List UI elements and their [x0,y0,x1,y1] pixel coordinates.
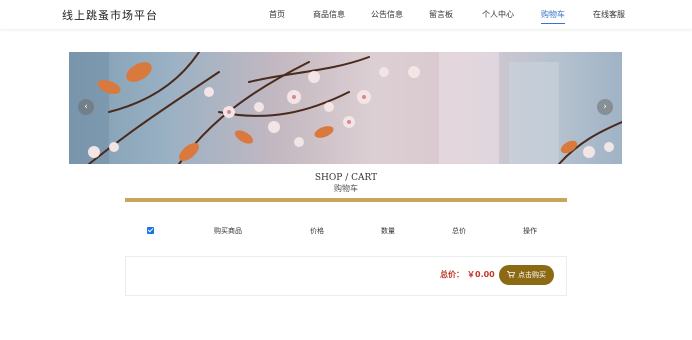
section-title-zh: 购物车 [334,184,358,193]
total-label: 总价： [440,270,464,279]
nav-products[interactable]: 商品信息 [313,9,345,20]
main-nav: 首页 商品信息 公告信息 留言板 个人中心 购物车 在线客服 [0,9,692,24]
banner-prev-button[interactable]: ‹ [78,99,94,115]
total-value: ￥0.00 [467,270,495,279]
col-subtotal: 总价 [452,227,466,235]
nav-message-board[interactable]: 留言板 [429,9,453,20]
nav-personal-center[interactable]: 个人中心 [482,9,514,20]
chevron-right-icon: › [603,102,607,112]
col-actions: 操作 [523,227,537,235]
section-title-en: SHOP / CART [314,173,378,183]
banner-carousel[interactable] [69,52,622,164]
cart-icon [507,266,516,286]
banner-image [69,52,622,164]
top-header: 线上跳蚤市场平台 首页 商品信息 公告信息 留言板 个人中心 购物车 在线客服 [0,0,692,29]
nav-announcements[interactable]: 公告信息 [371,9,403,20]
col-price: 价格 [310,227,324,235]
buy-button-label: 点击购买 [518,271,546,279]
col-product: 购买商品 [214,227,242,235]
buy-button[interactable]: 点击购买 [499,265,554,285]
col-quantity: 数量 [381,227,395,235]
nav-home[interactable]: 首页 [269,9,285,20]
nav-customer-service[interactable]: 在线客服 [593,9,625,20]
chevron-left-icon: ‹ [84,102,88,112]
cart-table-header: 购买商品 价格 数量 总价 操作 [125,223,567,239]
section-divider [125,198,567,202]
nav-cart[interactable]: 购物车 [541,9,565,24]
banner-next-button[interactable]: › [597,99,613,115]
